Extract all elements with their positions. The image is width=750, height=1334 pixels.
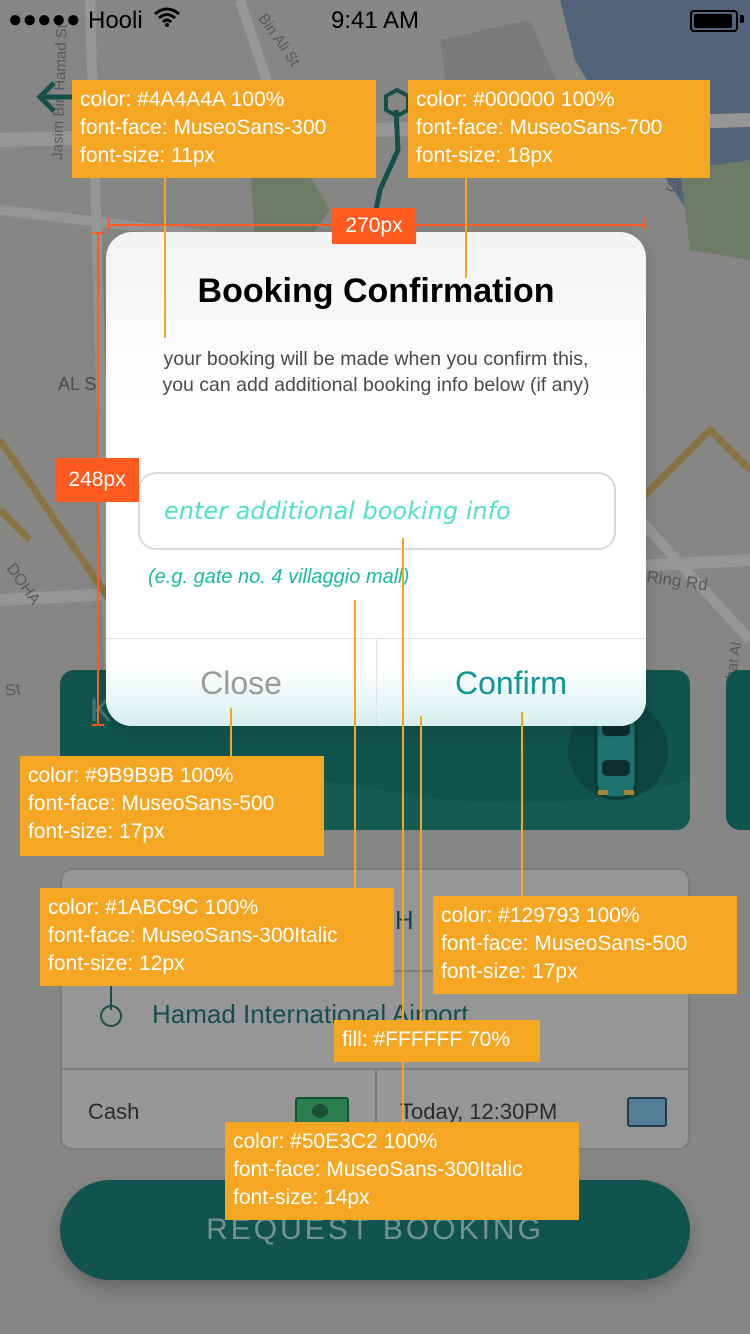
width-badge: 270px (332, 208, 416, 244)
annotation-leader-line (164, 176, 166, 338)
spec-line: font-face: MuseoSans-300 (80, 116, 327, 139)
confirm-button[interactable]: Confirm (376, 639, 646, 726)
spec-line: color: #129793 100% (441, 904, 640, 927)
spec-line: font-face: MuseoSans-300Italic (233, 1158, 523, 1181)
input-example-hint: (e.g. gate no. 4 villaggio mall) (148, 566, 410, 588)
spec-line: font-size: 14px (233, 1186, 370, 1209)
close-spec-annotation: color: #9B9B9B 100% font-face: MuseoSans… (20, 756, 324, 856)
annotation-leader-line (420, 716, 422, 1022)
annotation-leader-line (230, 708, 232, 758)
spec-line: color: #9B9B9B 100% (28, 764, 234, 787)
example-spec-annotation: color: #1ABC9C 100% font-face: MuseoSans… (40, 888, 394, 986)
spec-line: color: #000000 100% (416, 88, 615, 111)
height-badge: 248px (55, 458, 139, 502)
booking-confirmation-dialog: Booking Confirmation your booking will b… (106, 232, 646, 726)
status-bar: ●●●●● Hooli 9:41 AM (0, 0, 750, 40)
confirm-spec-annotation: color: #129793 100% font-face: MuseoSans… (433, 896, 737, 994)
spec-line: font-size: 18px (416, 144, 553, 167)
annotation-leader-line (521, 712, 523, 896)
spec-line: font-face: MuseoSans-300Italic (48, 924, 338, 947)
battery-tip (740, 15, 744, 23)
spec-line: font-face: MuseoSans-500 (441, 932, 688, 955)
height-measure-tick (92, 232, 104, 234)
input-spec-annotation: color: #50E3C2 100% font-face: MuseoSans… (225, 1122, 579, 1220)
spec-line: color: #1ABC9C 100% (48, 896, 259, 919)
annotation-leader-line (465, 176, 467, 278)
spec-line: color: #50E3C2 100% (233, 1130, 438, 1153)
width-measure-tick (108, 218, 110, 230)
app-screen: Jasim Bin Hamad St Bin Ali St AL S DOHA … (0, 0, 750, 1334)
dialog-message: your booking will be made when you confi… (162, 348, 590, 396)
title-spec-annotation: color: #000000 100% font-face: MuseoSans… (408, 80, 710, 178)
battery-icon (690, 10, 738, 32)
fill-spec-annotation: fill: #FFFFFF 70% (334, 1020, 540, 1062)
spec-line: font-size: 17px (441, 960, 578, 983)
spec-line: color: #4A4A4A 100% (80, 88, 285, 111)
status-time: 9:41 AM (330, 7, 420, 34)
dialog-button-row: Close Confirm (106, 638, 646, 726)
dialog-title: Booking Confirmation (197, 272, 555, 310)
close-button[interactable]: Close (106, 639, 376, 726)
spec-line: font-size: 17px (28, 820, 165, 843)
message-spec-annotation: color: #4A4A4A 100% font-face: MuseoSans… (72, 80, 376, 178)
spec-line: font-face: MuseoSans-500 (28, 792, 275, 815)
height-measure-tick (92, 724, 104, 726)
additional-info-input[interactable] (138, 472, 616, 550)
spec-line: font-size: 12px (48, 952, 185, 975)
spec-line: font-face: MuseoSans-700 (416, 116, 663, 139)
spec-line: font-size: 11px (80, 144, 216, 167)
annotation-leader-line (354, 600, 356, 890)
width-measure-tick (644, 218, 646, 230)
